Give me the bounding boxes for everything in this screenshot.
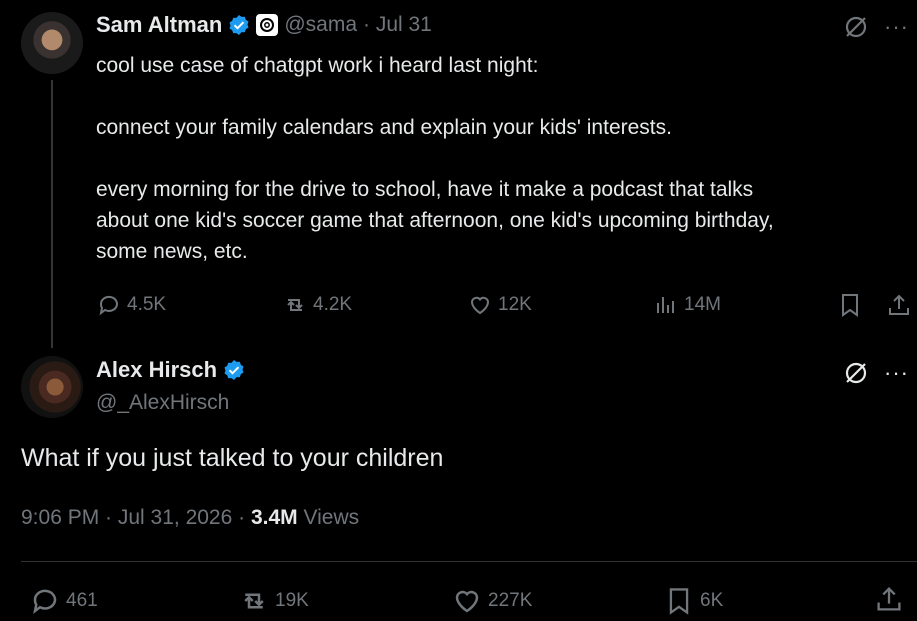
tweet1-line-6: about one kid's soccer game that afterno…: [96, 209, 774, 232]
thread-line: [51, 80, 53, 348]
share-icon: [889, 294, 909, 315]
share-icon: [877, 586, 901, 611]
tweet1-handle[interactable]: @sama: [284, 13, 357, 37]
grok-icon[interactable]: [843, 14, 869, 45]
repost-icon: [244, 593, 264, 609]
tweet2-bookmark-count: 6K: [700, 590, 724, 611]
heart-icon: [470, 296, 490, 315]
tweet2-reply-count: 461: [66, 590, 98, 611]
tweet2-repost-count: 19K: [275, 590, 309, 611]
grok-icon[interactable]: [843, 360, 869, 391]
tweet1-bookmark-button[interactable]: [837, 292, 863, 323]
bookmark-icon: [669, 588, 689, 615]
tweet1-repost-count: 4.2K: [313, 294, 353, 315]
tweet2-reply-button[interactable]: 461: [30, 586, 98, 616]
tweet2-like-button[interactable]: 227K: [452, 586, 532, 616]
tweet2-timestamp[interactable]: 9:06 PM · Jul 31, 2026 ·: [21, 506, 251, 529]
tweet1-like-button[interactable]: 12K: [468, 293, 532, 317]
tweet2-views-label: Views: [297, 506, 360, 529]
divider: [21, 561, 917, 562]
tweet1-author-name[interactable]: Sam Altman: [96, 12, 222, 38]
tweet1-line-5: every morning for the drive to school, h…: [96, 178, 754, 201]
tweet1-repost-button[interactable]: 4.2K: [283, 293, 352, 317]
tweet1-line-4: [96, 143, 896, 174]
tweet1-views-button[interactable]: 14M: [654, 293, 721, 317]
sam-altman-avatar[interactable]: [21, 12, 83, 74]
tweet2-bookmark-button[interactable]: 6K: [664, 586, 723, 616]
reply-icon: [99, 295, 118, 316]
bookmark-icon: [842, 294, 858, 317]
more-options-icon[interactable]: ···: [884, 360, 909, 386]
verified-badge-icon: [229, 15, 249, 35]
tweet1-view-count: 14M: [684, 294, 721, 315]
tweet2-author-name[interactable]: Alex Hirsch: [96, 357, 217, 383]
tweet1-header: Sam Altman @sama · Jul 31: [96, 12, 432, 38]
tweet1-reply-button[interactable]: 4.5K: [97, 293, 166, 317]
openai-affiliate-icon[interactable]: [256, 14, 279, 36]
tweet2-repost-button[interactable]: 19K: [239, 586, 309, 616]
tweet2-text: What if you just talked to your children: [21, 444, 444, 472]
tweet1-line-7: some news, etc.: [96, 240, 248, 263]
reply-icon: [33, 589, 57, 614]
tweet2-header: Alex Hirsch: [96, 357, 245, 383]
tweet1-line-2: [96, 81, 896, 112]
more-options-icon[interactable]: ···: [884, 14, 909, 40]
tweet2-views-count: 3.4M: [250, 506, 298, 529]
tweet2-meta: 9:06 PM · Jul 31, 2026 · 3.4M Views: [21, 506, 359, 530]
tweet1-share-button[interactable]: [886, 292, 912, 323]
tweet2-handle[interactable]: @_AlexHirsch: [96, 391, 229, 415]
tweet1-like-count: 12K: [498, 294, 532, 315]
heart-icon: [455, 590, 479, 613]
alex-hirsch-avatar[interactable]: [21, 356, 83, 418]
tweet2-like-count: 227K: [488, 590, 533, 611]
verified-badge-icon: [224, 360, 244, 380]
tweet1-line-3: connect your family calendars and explai…: [96, 116, 672, 139]
tweet1-line-1: cool use case of chatgpt work i heard la…: [96, 54, 539, 77]
tweet1-date[interactable]: · Jul 31: [363, 13, 432, 37]
repost-icon: [287, 299, 303, 311]
tweet1-reply-count: 4.5K: [127, 294, 167, 315]
tweet2-share-button[interactable]: [874, 584, 904, 619]
tweet1-text: cool use case of chatgpt work i heard la…: [96, 50, 896, 267]
views-chart-icon: [657, 297, 674, 313]
